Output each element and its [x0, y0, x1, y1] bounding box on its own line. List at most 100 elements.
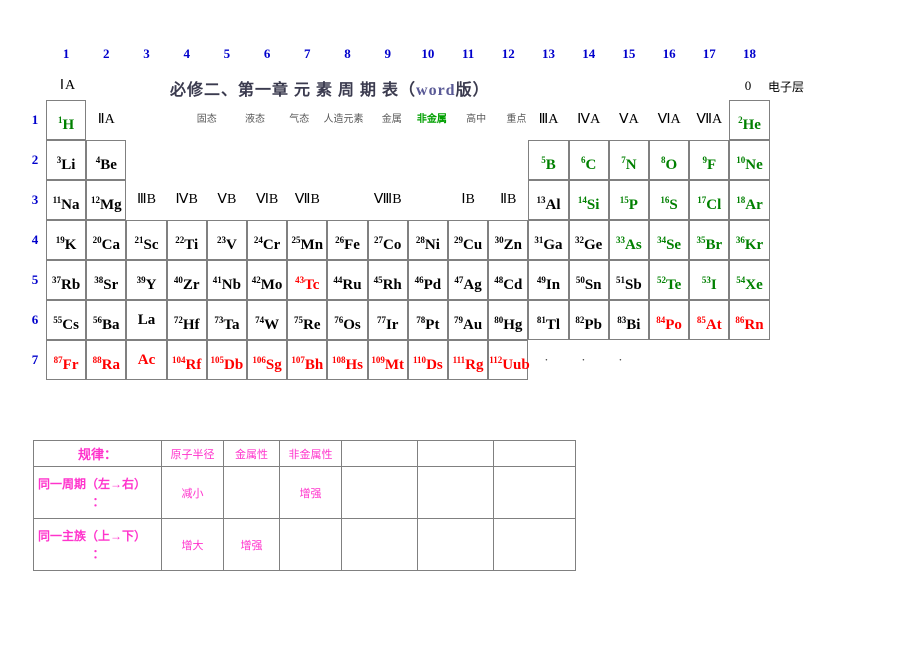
element-cell-s[interactable]: 16S — [649, 180, 690, 220]
element-cell-as[interactable]: 33As — [608, 220, 649, 260]
element-cell-co[interactable]: 27Co — [367, 220, 408, 260]
element-cell-uub[interactable]: 112Uub — [488, 340, 530, 380]
element-cell-pt[interactable]: 78Pt — [407, 300, 448, 340]
element-cell-rn[interactable]: 86Rn — [729, 300, 770, 340]
page-title-word: word — [416, 82, 456, 99]
element-cell-he[interactable]: 2He — [729, 100, 770, 140]
element-cell-ba[interactable]: 56Ba — [86, 300, 127, 340]
element-cell-kr[interactable]: 36Kr — [729, 220, 770, 260]
element-cell-w[interactable]: 74W — [247, 300, 288, 340]
element-cell-h[interactable]: 1H — [46, 100, 87, 140]
element-cell-pd[interactable]: 46Pd — [407, 260, 448, 300]
element-cell-xe[interactable]: 54Xe — [729, 260, 770, 300]
element-cell-ca[interactable]: 20Ca — [86, 220, 127, 260]
element-cell-sn[interactable]: 50Sn — [568, 260, 609, 300]
element-symbol: Sr — [103, 277, 119, 293]
rules-cell-1-4 — [417, 518, 494, 571]
row7-ellipsis-dot-2: · — [581, 352, 586, 367]
element-cell-rf[interactable]: 104Rf — [166, 340, 207, 380]
element-cell-br[interactable]: 35Br — [689, 220, 730, 260]
element-cell-ni[interactable]: 28Ni — [407, 220, 448, 260]
element-cell-sc[interactable]: 21Sc — [126, 220, 167, 260]
element-cell-cu[interactable]: 29Cu — [448, 220, 489, 260]
element-cell-hs[interactable]: 108Hs — [327, 340, 368, 380]
element-cell-i[interactable]: 53I — [689, 260, 730, 300]
element-cell-p[interactable]: 15P — [608, 180, 649, 220]
element-cell-ga[interactable]: 31Ga — [528, 220, 569, 260]
element-cell-be[interactable]: 4Be — [86, 140, 127, 180]
element-cell-sb[interactable]: 51Sb — [608, 260, 649, 300]
element-symbol: V — [225, 237, 237, 253]
element-cell-fe[interactable]: 26Fe — [327, 220, 368, 260]
element-cell-zn[interactable]: 30Zn — [488, 220, 529, 260]
element-cell-ds[interactable]: 110Ds — [407, 340, 448, 380]
element-cell-zr[interactable]: 40Zr — [166, 260, 207, 300]
element-cell-ac[interactable]: Ac — [126, 340, 167, 380]
element-cell-se[interactable]: 34Se — [649, 220, 690, 260]
element-cell-rh[interactable]: 45Rh — [367, 260, 408, 300]
element-cell-v[interactable]: 23V — [206, 220, 247, 260]
group-label-ia: ⅠA — [59, 78, 77, 93]
element-cell-hf[interactable]: 72Hf — [166, 300, 207, 340]
element-cell-tl[interactable]: 81Tl — [528, 300, 569, 340]
element-cell-bh[interactable]: 107Bh — [287, 340, 328, 380]
element-cell-al[interactable]: 13Al — [528, 180, 569, 220]
element-cell-rb[interactable]: 37Rb — [46, 260, 87, 300]
element-cell-mt[interactable]: 109Mt — [367, 340, 408, 380]
element-cell-ti[interactable]: 22Ti — [166, 220, 207, 260]
element-symbol: Nb — [221, 277, 241, 293]
element-cell-re[interactable]: 75Re — [287, 300, 328, 340]
element-cell-te[interactable]: 52Te — [649, 260, 690, 300]
element-cell-os[interactable]: 76Os — [327, 300, 368, 340]
element-cell-cd[interactable]: 48Cd — [488, 260, 529, 300]
rules-row-label-text: 同一主族（上→下） — [38, 528, 147, 543]
group-label-viia: ⅦA — [696, 112, 723, 127]
element-symbol: Zr — [182, 277, 200, 293]
element-cell-y[interactable]: 39Y — [126, 260, 167, 300]
element-cell-cl[interactable]: 17Cl — [689, 180, 730, 220]
atomic-number: 84 — [656, 315, 666, 325]
element-cell-hg[interactable]: 80Hg — [488, 300, 529, 340]
element-cell-cs[interactable]: 55Cs — [46, 300, 87, 340]
element-cell-au[interactable]: 79Au — [448, 300, 489, 340]
element-cell-ru[interactable]: 44Ru — [327, 260, 368, 300]
element-cell-ag[interactable]: 47Ag — [448, 260, 489, 300]
element-cell-ne[interactable]: 10Ne — [729, 140, 770, 180]
element-cell-ta[interactable]: 73Ta — [206, 300, 247, 340]
element-symbol: N — [625, 157, 637, 173]
element-cell-la[interactable]: La — [126, 300, 167, 340]
element-cell-sg[interactable]: 106Sg — [247, 340, 288, 380]
rules-header-cell-3: 非金属性 — [279, 440, 342, 467]
element-cell-ra[interactable]: 88Ra — [86, 340, 127, 380]
element-cell-sr[interactable]: 38Sr — [86, 260, 127, 300]
rules-row-1: 同一主族（上→下） ： 增大 增强 — [33, 518, 576, 571]
element-cell-nb[interactable]: 41Nb — [206, 260, 247, 300]
element-cell-po[interactable]: 84Po — [649, 300, 690, 340]
element-cell-tc[interactable]: 43Tc — [287, 260, 328, 300]
element-cell-k[interactable]: 19K — [46, 220, 87, 260]
element-cell-db[interactable]: 105Db — [206, 340, 247, 380]
element-cell-pb[interactable]: 82Pb — [568, 300, 609, 340]
element-cell-ge[interactable]: 32Ge — [568, 220, 609, 260]
element-cell-at[interactable]: 85At — [689, 300, 730, 340]
element-cell-mn[interactable]: 25Mn — [287, 220, 328, 260]
element-cell-in[interactable]: 49In — [528, 260, 569, 300]
element-symbol: S — [669, 197, 678, 213]
element-cell-rg[interactable]: 111Rg — [448, 340, 489, 380]
element-cell-li[interactable]: 3Li — [46, 140, 87, 180]
element-cell-c[interactable]: 6C — [568, 140, 609, 180]
element-cell-na[interactable]: 11Na — [46, 180, 87, 220]
element-cell-mo[interactable]: 42Mo — [247, 260, 288, 300]
element-symbol: Co — [383, 237, 402, 253]
element-cell-mg[interactable]: 12Mg — [86, 180, 127, 220]
element-cell-b[interactable]: 5B — [528, 140, 569, 180]
element-cell-cr[interactable]: 24Cr — [247, 220, 288, 260]
element-cell-ar[interactable]: 18Ar — [729, 180, 770, 220]
element-cell-o[interactable]: 8O — [649, 140, 690, 180]
element-cell-f[interactable]: 9F — [689, 140, 730, 180]
element-cell-si[interactable]: 14Si — [568, 180, 609, 220]
element-cell-fr[interactable]: 87Fr — [46, 340, 87, 380]
element-cell-n[interactable]: 7N — [608, 140, 649, 180]
element-cell-bi[interactable]: 83Bi — [608, 300, 649, 340]
element-cell-ir[interactable]: 77Ir — [367, 300, 408, 340]
